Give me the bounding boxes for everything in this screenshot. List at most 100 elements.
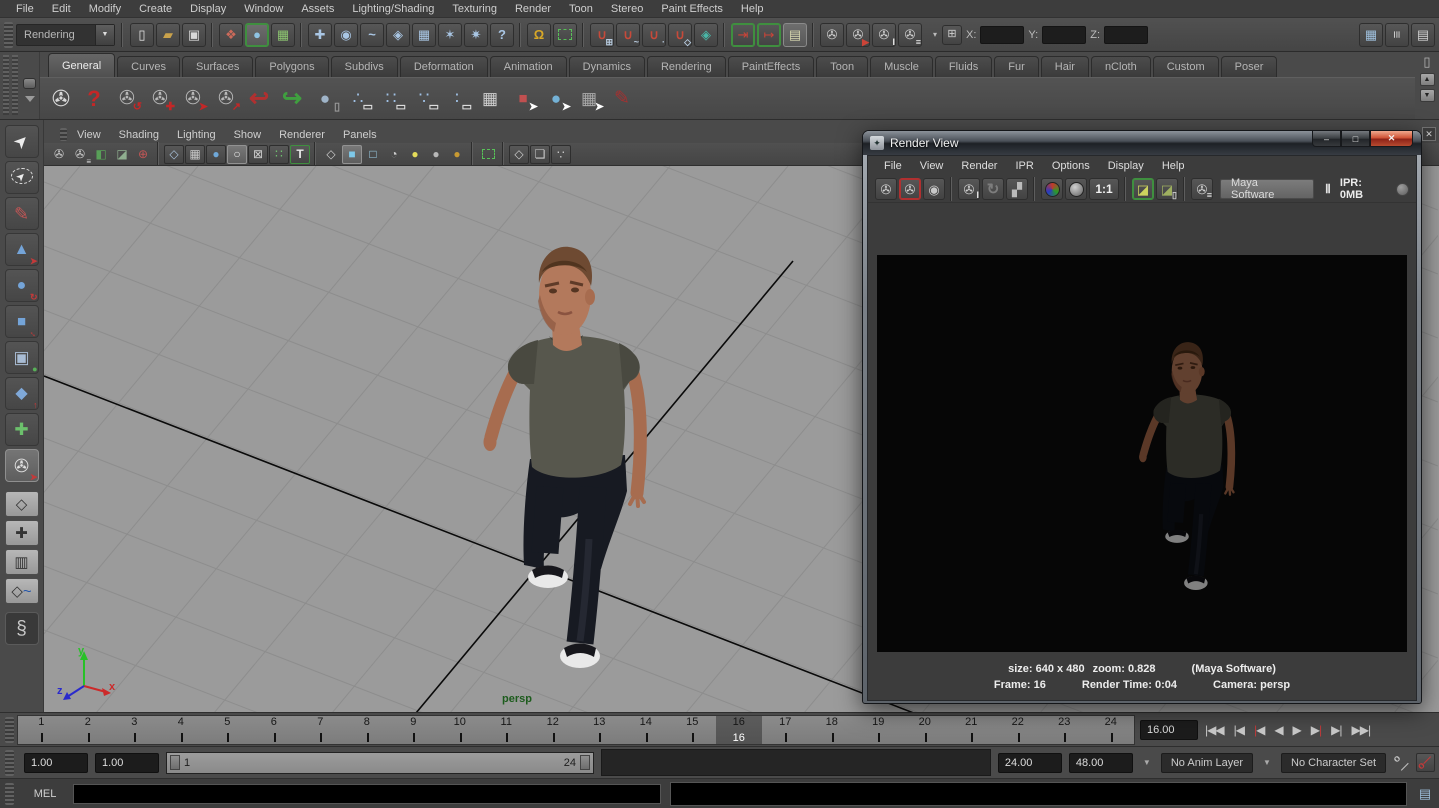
time-slider[interactable]: 1234567891011121314151616171819202122232… bbox=[17, 715, 1135, 745]
select-points-mask-icon[interactable]: ✚ bbox=[308, 23, 332, 47]
attribute-editor-toggle[interactable]: ▦ bbox=[1359, 23, 1383, 47]
lock-selection-icon[interactable]: Ω bbox=[527, 23, 551, 47]
construction-history-icon[interactable]: ▤ bbox=[783, 23, 807, 47]
frame-19[interactable]: 19 bbox=[855, 716, 902, 744]
shelf-tab-curves[interactable]: Curves bbox=[117, 56, 180, 77]
step-back-frame-button[interactable]: |◀ bbox=[1250, 718, 1268, 742]
command-line-language-label[interactable]: MEL bbox=[26, 788, 64, 800]
rotate-tool[interactable]: ●↻ bbox=[5, 269, 39, 302]
show-manipulator-tool[interactable]: ✚ bbox=[5, 413, 39, 446]
joint-deformer-icon[interactable]: ∷▭ bbox=[376, 84, 406, 114]
lasso-select-tool[interactable]: ➤ bbox=[5, 161, 39, 194]
frame-21[interactable]: 21 bbox=[948, 716, 995, 744]
menu-create[interactable]: Create bbox=[131, 2, 180, 16]
character-model[interactable] bbox=[429, 239, 689, 679]
ipr-render-icon[interactable]: ✇I bbox=[958, 178, 980, 200]
paint-selection-shelf-icon[interactable]: ✎ bbox=[607, 84, 637, 114]
playback-end-field[interactable] bbox=[998, 753, 1062, 773]
animation-end-field[interactable] bbox=[1069, 753, 1133, 773]
render-view-titlebar[interactable]: ✦ Render View – □ ✕ bbox=[863, 131, 1421, 155]
film-gate-icon[interactable]: ▦ bbox=[185, 145, 205, 164]
scene-projector-icon[interactable]: ✇ bbox=[46, 84, 76, 114]
frame-20[interactable]: 20 bbox=[902, 716, 949, 744]
viewport-menu-lighting[interactable]: Lighting bbox=[169, 128, 224, 142]
shelf-tab-custom[interactable]: Custom bbox=[1153, 56, 1219, 77]
viewport-menu-show[interactable]: Show bbox=[226, 128, 270, 142]
select-curves-mask-icon[interactable]: ~ bbox=[360, 23, 384, 47]
frame-13[interactable]: 13 bbox=[576, 716, 623, 744]
menu-window[interactable]: Window bbox=[236, 2, 291, 16]
flat-light-icon[interactable]: ● bbox=[426, 145, 446, 164]
range-slider[interactable]: 1 24 bbox=[166, 752, 594, 774]
frame-24[interactable]: 24 bbox=[1088, 716, 1135, 744]
select-object-mode-icon[interactable]: ● bbox=[245, 23, 269, 47]
pan-zoom-icon[interactable]: ⊕ bbox=[133, 145, 153, 164]
redo-previous-render-icon[interactable]: ✇ bbox=[899, 178, 921, 200]
pause-ipr-button[interactable]: Ⅱ bbox=[1325, 182, 1331, 196]
chevron-down-icon[interactable]: ▼ bbox=[1140, 758, 1154, 767]
current-time-field[interactable] bbox=[1140, 720, 1198, 740]
frame-6[interactable]: 6 bbox=[251, 716, 298, 744]
output-connections-icon[interactable]: ↦ bbox=[757, 23, 781, 47]
undo-icon[interactable]: ↩ bbox=[244, 84, 274, 114]
shade-all-icon[interactable]: ∷ bbox=[269, 145, 289, 164]
step-forward-frame-button[interactable]: ▶| bbox=[1307, 718, 1325, 742]
frame-22[interactable]: 22 bbox=[995, 716, 1042, 744]
go-to-start-button[interactable]: |◀◀ bbox=[1201, 718, 1228, 742]
status-line-grip[interactable] bbox=[4, 22, 13, 48]
outliner-persp-layout-button[interactable]: ▥ bbox=[5, 549, 39, 575]
isolate-select-icon[interactable] bbox=[478, 145, 498, 164]
render-view-menu-options[interactable]: Options bbox=[1044, 159, 1098, 173]
render-view-menu-view[interactable]: View bbox=[912, 159, 952, 173]
playback-start-field[interactable] bbox=[95, 753, 159, 773]
maximize-button[interactable]: □ bbox=[1341, 131, 1370, 147]
panel-grip[interactable] bbox=[60, 128, 67, 141]
shelf-grip[interactable] bbox=[3, 55, 9, 115]
auto-keyframe-toggle[interactable]: o— bbox=[1416, 753, 1435, 772]
shelf-grip[interactable] bbox=[12, 55, 18, 115]
camera-track-icon[interactable]: ✇✚ bbox=[145, 84, 175, 114]
camera-dolly-icon[interactable]: ✇➤ bbox=[178, 84, 208, 114]
command-line-grip[interactable] bbox=[5, 783, 14, 805]
make-live-icon[interactable]: ◈ bbox=[694, 23, 718, 47]
region-render-icon[interactable]: ▞ bbox=[1006, 178, 1028, 200]
select-tool[interactable]: ➤ bbox=[5, 125, 39, 158]
frame-1[interactable]: 1 bbox=[18, 716, 65, 744]
image-plane-icon[interactable]: ◪ bbox=[112, 145, 132, 164]
redo-icon[interactable]: ↪ bbox=[277, 84, 307, 114]
snap-to-view-planes-icon[interactable]: ∪◇ bbox=[668, 23, 692, 47]
shelf-menu-arrow-icon[interactable] bbox=[25, 96, 35, 102]
menu-file[interactable]: File bbox=[8, 2, 42, 16]
shelf-tab-polygons[interactable]: Polygons bbox=[255, 56, 328, 77]
range-start-handle[interactable] bbox=[170, 755, 180, 770]
chevron-down-icon[interactable]: ▾ bbox=[933, 30, 937, 39]
viewport-menu-view[interactable]: View bbox=[69, 128, 109, 142]
select-dynamics-mask-icon[interactable]: ✶ bbox=[438, 23, 462, 47]
viewport-menu-renderer[interactable]: Renderer bbox=[271, 128, 333, 142]
menu-assets[interactable]: Assets bbox=[293, 2, 342, 16]
frame-12[interactable]: 12 bbox=[530, 716, 577, 744]
camera-attributes-icon[interactable]: ✇≡ bbox=[70, 145, 90, 164]
render-view-menu-ipr[interactable]: IPR bbox=[1007, 159, 1041, 173]
render-current-frame-icon[interactable]: ✇▶ bbox=[846, 23, 870, 47]
camera-orbit-icon[interactable]: ✇↺ bbox=[112, 84, 142, 114]
shelf-tab-general[interactable]: General bbox=[48, 53, 115, 77]
time-slider-grip[interactable] bbox=[5, 717, 14, 743]
dragon-icon[interactable]: § bbox=[5, 612, 39, 645]
snap-to-curves-icon[interactable]: ∪~ bbox=[616, 23, 640, 47]
go-to-end-button[interactable]: ▶▶| bbox=[1348, 718, 1375, 742]
minimize-button[interactable]: – bbox=[1312, 131, 1341, 147]
open-scene-icon[interactable]: ▰ bbox=[156, 23, 180, 47]
refresh-ipr-icon[interactable]: ↻ bbox=[982, 178, 1004, 200]
command-line-result[interactable] bbox=[670, 782, 1407, 806]
node-editor-icon[interactable]: ▦ bbox=[475, 84, 505, 114]
animation-start-field[interactable] bbox=[24, 753, 88, 773]
shelf-tab-poser[interactable]: Poser bbox=[1221, 56, 1278, 77]
open-render-view-icon[interactable]: ✇ bbox=[820, 23, 844, 47]
input-connections-icon[interactable]: ⇥ bbox=[731, 23, 755, 47]
frame-11[interactable]: 11 bbox=[483, 716, 530, 744]
frame-4[interactable]: 4 bbox=[158, 716, 205, 744]
select-rendering-mask-icon[interactable]: ✷ bbox=[464, 23, 488, 47]
shelf-tab-animation[interactable]: Animation bbox=[490, 56, 567, 77]
camera-tool-icon[interactable]: ✇ bbox=[49, 145, 69, 164]
